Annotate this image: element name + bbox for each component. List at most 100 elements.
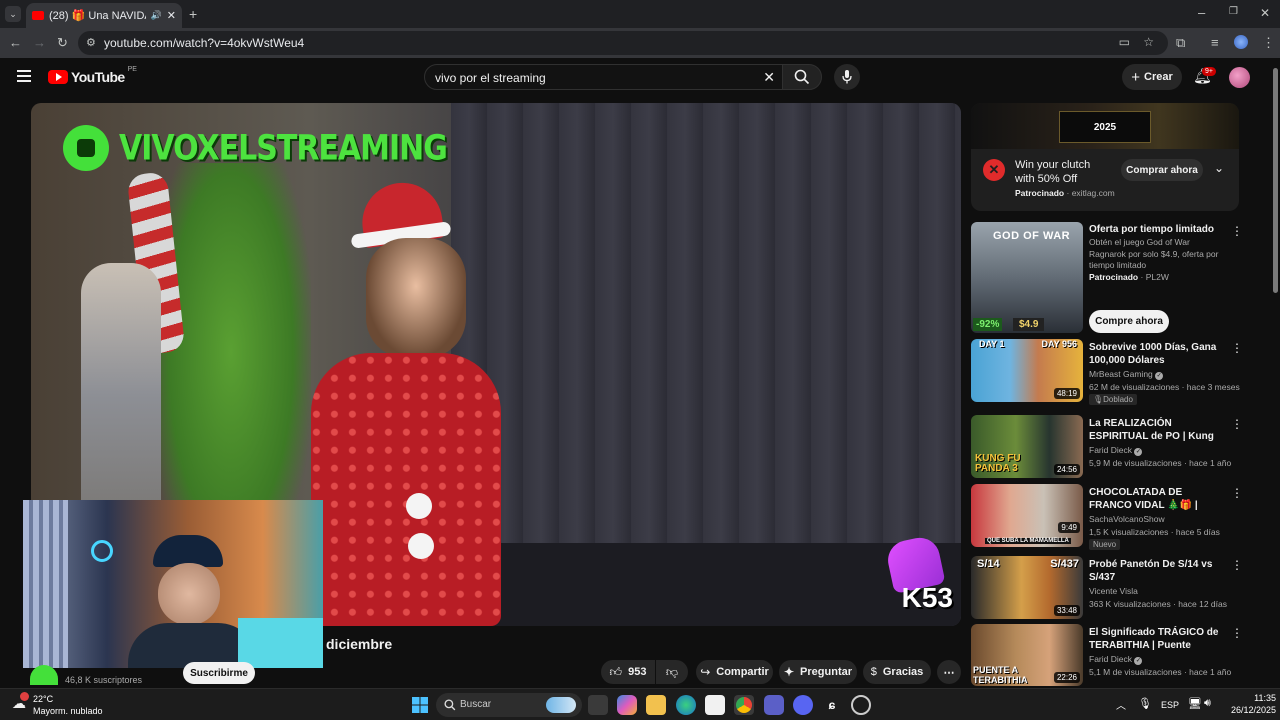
language-indicator[interactable]: ESP (1161, 700, 1179, 710)
video-thumbnail[interactable]: S/14 S/437 33:48 (971, 556, 1083, 619)
channel-name: MrBeast Gaming ✓ (1089, 369, 1164, 380)
create-button[interactable]: + Crear (1122, 64, 1182, 90)
task-view-icon[interactable] (588, 695, 608, 715)
youtube-header: YouTube PE vivo por el streaming ✕ + Cre… (0, 58, 1270, 96)
ask-button[interactable]: ✦ Preguntar (779, 660, 857, 684)
reload-icon[interactable]: ↻ (57, 36, 68, 49)
microsoft-store-icon[interactable] (705, 695, 725, 715)
back-icon[interactable]: ← (9, 36, 22, 49)
restore-icon[interactable]: ❐ (1229, 7, 1238, 17)
site-info-icon[interactable]: ⚙ (86, 36, 96, 49)
video-thumbnail[interactable]: DAY 1 DAY 956 48:19 (971, 339, 1083, 402)
more-actions-button[interactable]: ⋯ (937, 660, 961, 684)
edge-browser-icon[interactable] (676, 695, 696, 715)
recommendation-item[interactable]: PUENTE A TERABITHIA 22:26 El Significado… (971, 624, 1243, 686)
tab-search-button[interactable]: ⌄ (5, 6, 21, 22)
video-thumbnail[interactable]: QUE SUBA LA MAMAMELLA 9:49 (971, 484, 1083, 547)
recommendation-item[interactable]: DAY 1 DAY 956 48:19 Sobrevive 1000 Días,… (971, 339, 1243, 405)
recommendation-item[interactable]: QUE SUBA LA MAMAMELLA 9:49 CHOCOLATADA D… (971, 484, 1243, 550)
clock-date[interactable]: 26/12/2025 (1220, 705, 1276, 715)
mic-tray-icon[interactable]: 🎙︎ (1138, 697, 1152, 710)
video-duration: 33:48 (1053, 605, 1080, 616)
ad-expand-chevron-icon[interactable]: ⌄ (1214, 161, 1224, 175)
address-bar[interactable]: ⚙ youtube.com/watch?v=4okvWstWeu4 ▭ ☆ (78, 31, 1168, 55)
channel-name: Vicente Visla (1089, 586, 1138, 596)
sponsored-line: Patrocinado · PL2W (1089, 272, 1169, 282)
sponsored-cta-button[interactable]: Compre ahora (1089, 310, 1169, 333)
speaker-icon[interactable]: 🔊 (151, 10, 162, 21)
show-hidden-icons-chevron-icon[interactable]: ︿ (1116, 697, 1126, 712)
recommendation-title: El Significado TRÁGICO de TERABITHIA | P… (1089, 627, 1219, 651)
recommendation-title: Sobrevive 1000 Días, Gana 100,000 Dólare… (1089, 342, 1217, 366)
cast-icon[interactable]: ▭ (1119, 35, 1130, 49)
copilot-icon[interactable] (617, 695, 637, 715)
share-button[interactable]: ↪ Compartir (696, 660, 773, 684)
channel-avatar[interactable] (30, 665, 58, 685)
page-scrollbar[interactable] (1271, 58, 1280, 688)
recommendation-item[interactable]: S/14 S/437 33:48 Probé Panetón De S/14 v… (971, 556, 1243, 619)
volume-icon[interactable]: 🔊︎ (1204, 697, 1211, 710)
scrollbar-thumb[interactable] (1273, 68, 1278, 293)
stream-corner-text: K53 (901, 582, 953, 613)
tab-title: (28) 🎁 Una NAVIDAD en l (49, 10, 146, 22)
minimize-icon[interactable]: – (1198, 6, 1205, 19)
thanks-button[interactable]: $ Gracias (863, 660, 931, 684)
microphone-icon (842, 70, 852, 84)
chrome-icon[interactable] (734, 695, 754, 715)
sponsored-thumbnail[interactable]: GOD OF WAR -92% $4.9 (971, 222, 1083, 333)
kebab-menu-icon[interactable]: ⋮ (1231, 558, 1243, 572)
dubbed-icon: 🎙︎ (1093, 395, 1104, 404)
kebab-menu-icon[interactable]: ⋮ (1231, 486, 1243, 500)
file-explorer-icon[interactable] (646, 695, 666, 715)
teams-icon[interactable] (764, 695, 784, 715)
taskbar-search-label: Buscar (460, 699, 492, 710)
recommendation-item[interactable]: KUNG FU PANDA 3 24:56 La REALIZACIÓN ESP… (971, 415, 1243, 478)
forward-icon[interactable]: → (33, 36, 46, 49)
app-icon-c[interactable]: ɕ (822, 695, 842, 715)
subscribe-button[interactable]: Suscribirme (183, 662, 255, 684)
like-button[interactable]: 👍︎ 953 (601, 660, 655, 684)
subscriber-count: 46,8 K suscriptores (65, 675, 143, 685)
video-thumbnail[interactable]: PUENTE A TERABITHIA 22:26 (971, 624, 1083, 686)
clock-time[interactable]: 11:35 (1236, 693, 1276, 703)
region-code: PE (127, 66, 137, 73)
discord-icon[interactable] (793, 695, 813, 715)
kebab-menu-icon[interactable]: ⋮ (1231, 224, 1243, 238)
kebab-menu-icon[interactable]: ⋮ (1231, 341, 1243, 355)
clear-search-icon[interactable]: ✕ (763, 69, 775, 86)
youtube-logo[interactable]: YouTube PE (48, 66, 137, 85)
sponsored-recommendation[interactable]: GOD OF WAR -92% $4.9 Oferta por tiempo l… (971, 222, 1243, 334)
kebab-menu-icon[interactable]: ⋮ (1231, 417, 1243, 431)
tab-close-icon[interactable]: ✕ (167, 9, 176, 22)
profile-avatar-icon[interactable] (1234, 35, 1248, 49)
media-control-icon[interactable]: ≡ (1211, 36, 1219, 49)
network-icon[interactable]: 🖥︎ (1188, 697, 1202, 710)
video-thumbnail[interactable]: KUNG FU PANDA 3 24:56 (971, 415, 1083, 478)
weather-widget[interactable]: ☁ 22°C Mayorm. nublado (10, 692, 120, 718)
ad-cta-button[interactable]: Comprar ahora (1121, 159, 1203, 181)
weather-temp: 22°C (33, 694, 54, 704)
hamburger-menu-icon[interactable] (17, 70, 31, 82)
search-button[interactable] (782, 64, 822, 90)
chrome-menu-icon[interactable]: ⋮ (1262, 36, 1275, 49)
thumbs-down-icon: 👎︎ (665, 664, 679, 679)
account-avatar[interactable] (1229, 67, 1250, 88)
extensions-icon[interactable]: ⧉ (1176, 36, 1185, 49)
window-close-icon[interactable]: ✕ (1260, 7, 1270, 19)
bookmark-star-icon[interactable]: ☆ (1143, 35, 1154, 49)
dislike-button[interactable]: 👎︎ (656, 660, 688, 684)
app-icon-circle[interactable] (851, 695, 871, 715)
search-input[interactable]: vivo por el streaming ✕ (424, 64, 786, 90)
voice-search-button[interactable] (834, 64, 860, 90)
like-count: 953 (628, 666, 647, 678)
taskbar-search-box[interactable]: Buscar (436, 693, 582, 717)
new-tab-icon[interactable]: + (189, 7, 197, 21)
thumb-text-left: DAY 1 (979, 339, 1005, 349)
browser-toolbar: ← → ↻ ⚙ youtube.com/watch?v=4okvWstWeu4 … (0, 28, 1280, 58)
share-icon: ↪ (700, 665, 711, 679)
windows-start-icon[interactable] (410, 695, 430, 715)
search-query: vivo por el streaming (435, 71, 546, 85)
kebab-menu-icon[interactable]: ⋮ (1231, 626, 1243, 640)
ad-card[interactable]: 2025 ✕ Win your clutch with 50% Off Patr… (971, 103, 1239, 211)
browser-tab-active[interactable]: (28) 🎁 Una NAVIDAD en l 🔊 ✕ (26, 3, 182, 28)
